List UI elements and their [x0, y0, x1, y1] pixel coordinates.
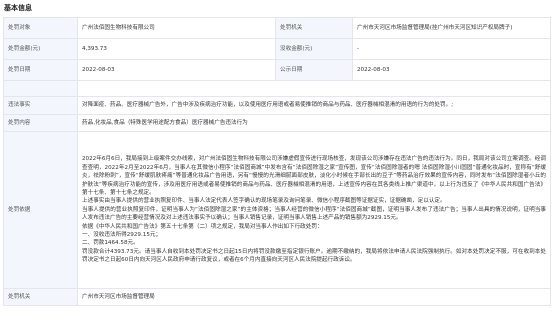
amount-value: 4,393.73 [77, 38, 276, 60]
date-value: 2022-08-03 [77, 59, 276, 81]
content-value: 药品,化妆品,食品（特殊医学用途配方食品）医疗器械广告违法行为 [77, 114, 551, 132]
date-label: 处罚日期 [3, 59, 78, 81]
basis-paragraph: 罚没款合计4393.73元。请当事人自收到本处罚决定书之日起15日内将罚没款缴至… [82, 248, 546, 264]
confiscation-value: - [352, 38, 551, 60]
confiscation-label: 没收金额(元) [275, 38, 353, 60]
amount-label: 处罚金额(元) [3, 38, 78, 60]
row-org: 处罚机关 广州市天河区市场监督管理局 [3, 288, 551, 306]
row-basis: 处罚依据 2022年6月6日，我局接到上级案件交办线索，对广州法佰固生物科技有限… [3, 131, 551, 289]
basis-paragraph: 上述事实由当事人提供的营业执照复印件、当事人法定代表人签字确认的现场笔录及询问笔… [82, 198, 446, 205]
decision-org-value: 广州市天河区市场监督管理局(挂广州市天河区知识产权局牌子) [352, 17, 551, 39]
violation-label: 违法事实 [3, 96, 78, 115]
violation-value: 对降面疫、药品、医疗器械广告外，广告中涉及疾病治疗功能，以及使用医疗用语或者易使… [77, 96, 551, 115]
credit-info-page: 基本信息 处罚对象 广州法佰固生物科技有限公司 处罚机关 广州市天河区市场监督管… [0, 0, 553, 327]
basis-text: 2022年6月6日，我局接到上级案件交办线索，对广州法佰固生物科技有限公司涉嫌虚… [77, 131, 551, 289]
org-value: 广州市天河区市场监督管理局 [77, 288, 551, 306]
content-label: 处罚内容 [3, 114, 78, 132]
row-amount: 处罚金额(元) 4,393.73 没收金额(元) - [3, 38, 551, 60]
party-label: 处罚对象 [3, 17, 78, 39]
row-date: 处罚日期 2022-08-03 公示日期 2022-08-03 [3, 59, 551, 81]
publish-date-label: 公示日期 [275, 59, 353, 81]
org-label: 处罚机关 [3, 288, 78, 306]
decision-org-label: 处罚机关 [275, 17, 353, 39]
basis-label: 处罚依据 [3, 131, 78, 289]
basis-paragraph: 当事人提供的营业执照复印件，证明当事人为“法佰固除湿之家”的主体资格；当事人经营… [82, 206, 546, 222]
row-violation: 违法事实 对降面疫、药品、医疗器械广告外，广告中涉及疾病治疗功能，以及使用医疗用… [3, 96, 551, 115]
basis-paragraph: 一、没收违法所得2929.15元； [82, 231, 162, 238]
basis-paragraph: 依据《中华人民共和国广告法》第五十七条第（二）项之规定，我局对当事人作出如下行政… [82, 223, 323, 230]
penalty-info-table: 处罚对象 广州法佰固生物科技有限公司 处罚机关 广州市天河区市场监督管理局(挂广… [3, 17, 551, 306]
basis-paragraph: 2022年6月6日，我局接到上级案件交办线索，对广州法佰固生物科技有限公司涉嫌虚… [82, 156, 546, 197]
basis-paragraph: 二、罚款1464.58元。 [82, 240, 139, 247]
row-blank [3, 80, 551, 97]
row-party: 处罚对象 广州法佰固生物科技有限公司 处罚机关 广州市天河区市场监督管理局(挂广… [3, 17, 551, 39]
blank-value [77, 80, 551, 97]
section-title: 基本信息 [4, 4, 32, 12]
publish-date-value: 2022-08-03 [352, 59, 551, 81]
blank-label [3, 80, 78, 97]
party-link[interactable]: 广州法佰固生物科技有限公司 [77, 17, 276, 39]
row-content: 处罚内容 药品,化妆品,食品（特殊医学用途配方食品）医疗器械广告违法行为 [3, 114, 551, 132]
